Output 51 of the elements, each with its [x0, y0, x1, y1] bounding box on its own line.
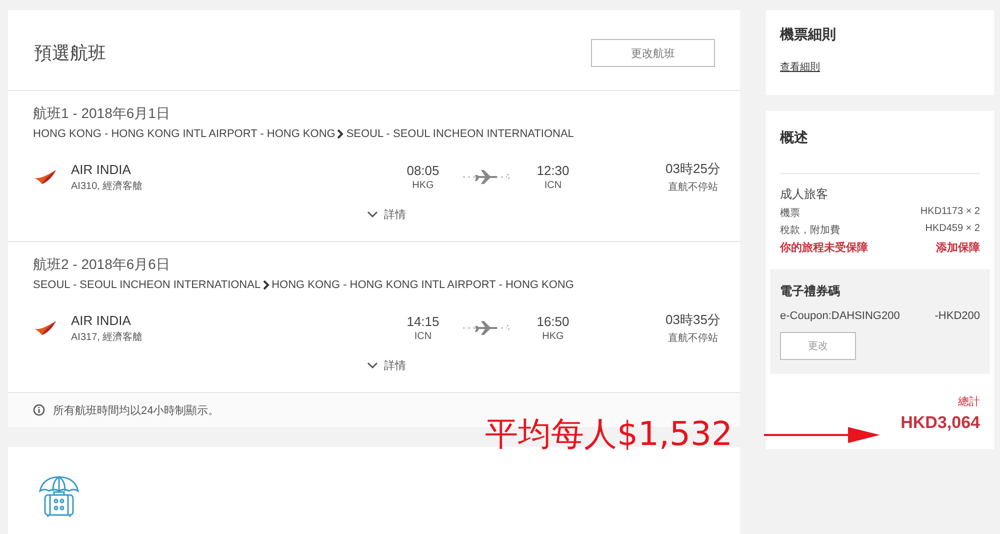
- chevron-down-icon: [367, 211, 378, 218]
- time-format-note: 所有航班時間均以24小時制顯示。: [53, 404, 220, 418]
- chevron-right-icon: [337, 129, 344, 139]
- flight-info: AI310, 經濟客艙: [71, 180, 143, 192]
- change-flights-button[interactable]: 更改航班: [591, 39, 715, 67]
- airline-logo-icon: [33, 320, 57, 336]
- origin-text: SEOUL - SEOUL INCHEON INTERNATIONAL: [33, 279, 261, 291]
- flight-heading: 航班1 - 2018年6月1日: [33, 105, 171, 123]
- info-icon: [33, 404, 45, 416]
- total-label: 總計: [958, 394, 980, 409]
- umbrella-luggage-icon: [38, 475, 80, 519]
- coupon-amount: -HKD200: [934, 310, 980, 322]
- details-toggle[interactable]: 詳情: [33, 357, 740, 374]
- details-toggle[interactable]: 詳情: [33, 206, 740, 223]
- total-price: HKD3,064: [900, 413, 980, 433]
- fee-value: HKD459 × 2: [925, 223, 980, 236]
- insurance-warning: 你的旅程未受保障: [780, 240, 868, 255]
- view-rules-link[interactable]: 查看細則: [780, 60, 820, 74]
- passenger-group: 成人旅客: [780, 186, 980, 203]
- depart-code: ICN: [414, 331, 432, 342]
- arrive-time: 12:30: [536, 163, 570, 178]
- add-insurance-link[interactable]: 添加保障: [936, 240, 980, 255]
- flight-info: AI317, 經濟客艙: [71, 330, 143, 344]
- fee-value: HKD1173 × 2: [920, 206, 980, 219]
- section-title: 預選航班: [34, 42, 106, 65]
- fee-label: 機票: [780, 206, 800, 220]
- fee-label: 稅款，附加費: [780, 224, 840, 237]
- origin-text: HONG KONG - HONG KONG INTL AIRPORT - HONG KONG: [33, 128, 336, 140]
- stops-text: 直航不停站: [668, 180, 718, 194]
- duration-text: 03時35分: [666, 311, 720, 329]
- arrive-time: 16:50: [536, 314, 570, 329]
- destination-text: HONG KONG - HONG KONG INTL AIRPORT - HONG KONG: [272, 279, 574, 291]
- airline-name: AIR INDIA: [71, 162, 132, 176]
- duration-text: 03時25分: [666, 160, 720, 178]
- arrive-code: HKG: [542, 331, 564, 342]
- ticket-rules-title: 機票細則: [780, 26, 837, 44]
- airline-logo-icon: [33, 169, 57, 185]
- annotation-text: 平均每人$1,532: [485, 413, 732, 455]
- airline-name: AIR INDIA: [71, 312, 132, 328]
- destination-text: SEOUL - SEOUL INCHEON INTERNATIONAL: [346, 128, 574, 140]
- depart-code: HKG: [412, 180, 434, 191]
- chevron-right-icon: [262, 280, 270, 290]
- flight-heading: 航班2 - 2018年6月6日: [33, 256, 171, 274]
- stops-text: 直航不停站: [668, 332, 718, 345]
- depart-time: 08:05: [406, 163, 440, 178]
- coupon-code: e-Coupon:DAHSING200: [780, 310, 900, 322]
- coupon-title: 電子禮券碼: [780, 283, 841, 300]
- chevron-down-icon: [367, 362, 378, 369]
- summary-title: 概述: [780, 129, 809, 147]
- depart-time: 14:15: [406, 314, 440, 329]
- arrive-code: ICN: [544, 180, 562, 191]
